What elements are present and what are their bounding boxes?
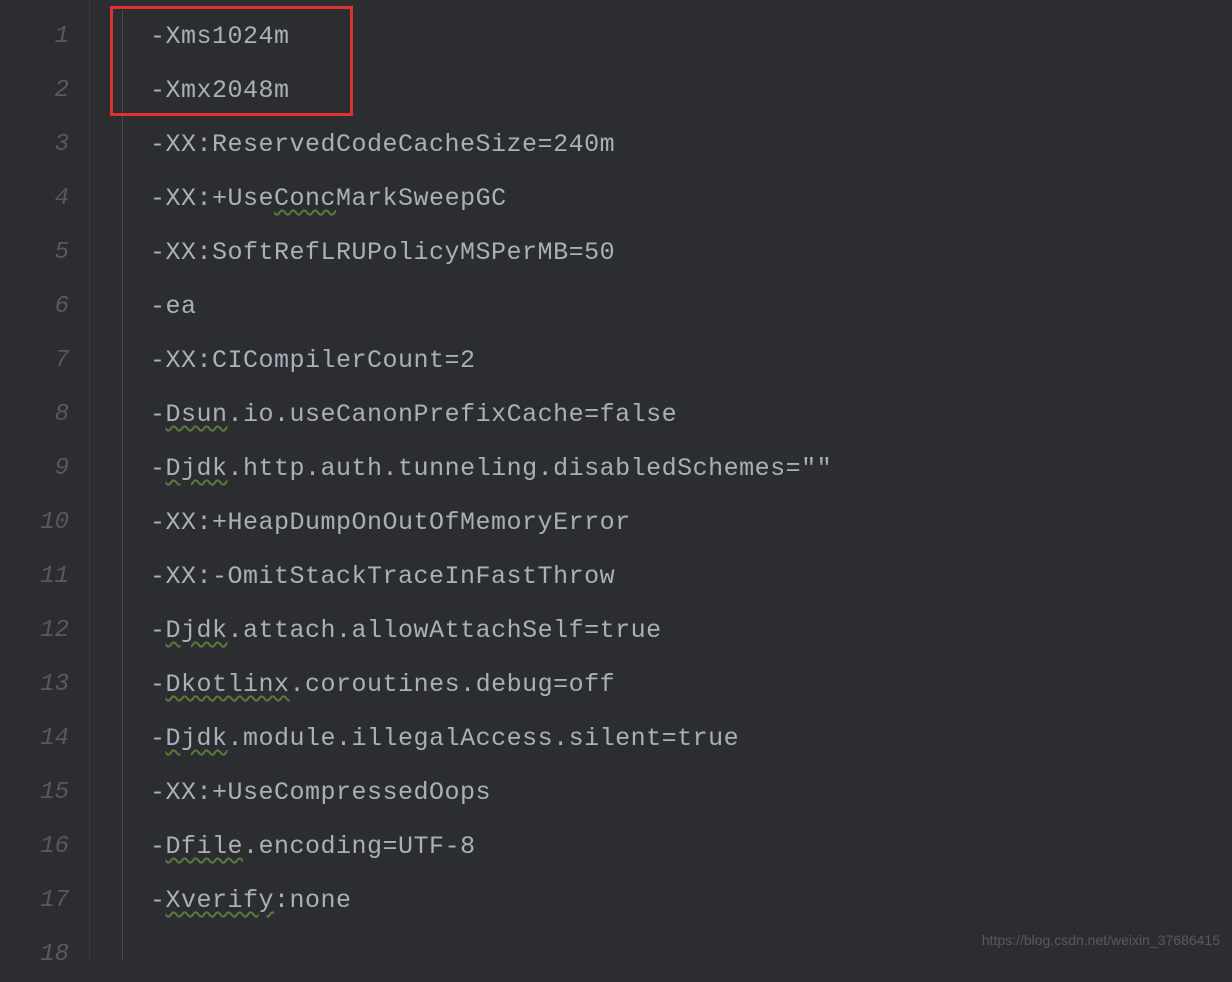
code-line[interactable]: -Djdk.http.auth.tunneling.disabledScheme… — [90, 442, 1232, 496]
code-segment: -Xms1024m — [150, 22, 290, 51]
code-segment: -Xmx2048m — [150, 76, 290, 105]
line-number: 17 — [0, 874, 89, 928]
code-segment: MarkSweepGC — [336, 184, 507, 213]
code-segment: -XX:+UseCompressedOops — [150, 778, 491, 807]
code-segment: - — [150, 886, 166, 915]
line-number: 13 — [0, 658, 89, 712]
code-segment: -XX:SoftRefLRUPolicyMSPerMB=50 — [150, 238, 615, 267]
code-segment: .http.auth.tunneling.disabledSchemes="" — [228, 454, 833, 483]
line-number: 18 — [0, 928, 89, 982]
code-segment: Conc — [274, 184, 336, 213]
line-number: 5 — [0, 226, 89, 280]
code-line[interactable]: -Dsun.io.useCanonPrefixCache=false — [90, 388, 1232, 442]
code-line[interactable]: -XX:+UseConcMarkSweepGC — [90, 172, 1232, 226]
code-line[interactable]: -XX:+UseCompressedOops — [90, 766, 1232, 820]
code-segment: -XX:+Use — [150, 184, 274, 213]
line-number: 1 — [0, 10, 89, 64]
code-segment: Djdk — [166, 724, 228, 753]
code-line[interactable]: -XX:ReservedCodeCacheSize=240m — [90, 118, 1232, 172]
code-line[interactable]: -Xverify:none — [90, 874, 1232, 928]
code-segment: .encoding=UTF-8 — [243, 832, 476, 861]
line-number: 14 — [0, 712, 89, 766]
line-number: 2 — [0, 64, 89, 118]
code-segment: -ea — [150, 292, 197, 321]
code-content-area[interactable]: -Xms1024m -Xmx2048m -XX:ReservedCodeCacheS… — [90, 0, 1232, 960]
code-segment: Djdk — [166, 454, 228, 483]
code-segment: - — [150, 670, 166, 699]
code-editor[interactable]: 123456789101112131415161718 -Xms1024m-Xm… — [0, 0, 1232, 960]
line-number: 10 — [0, 496, 89, 550]
code-segment: -XX:ReservedCodeCacheSize=240m — [150, 130, 615, 159]
line-number: 15 — [0, 766, 89, 820]
indent-guide — [122, 10, 123, 960]
code-segment: -XX:-OmitStackTraceInFastThrow — [150, 562, 615, 591]
code-segment: Dkotlinx — [166, 670, 290, 699]
code-segment: - — [150, 616, 166, 645]
code-line[interactable]: -Djdk.attach.allowAttachSelf=true — [90, 604, 1232, 658]
code-segment: .coroutines.debug=off — [290, 670, 616, 699]
line-number-gutter: 123456789101112131415161718 — [0, 0, 90, 960]
code-segment: Dfile — [166, 832, 244, 861]
code-line[interactable]: -XX:-OmitStackTraceInFastThrow — [90, 550, 1232, 604]
line-number: 8 — [0, 388, 89, 442]
code-segment: .attach.allowAttachSelf=true — [228, 616, 662, 645]
code-line[interactable]: -Dkotlinx.coroutines.debug=off — [90, 658, 1232, 712]
code-segment: -XX:CICompilerCount=2 — [150, 346, 476, 375]
code-line[interactable]: -XX:+HeapDumpOnOutOfMemoryError — [90, 496, 1232, 550]
line-number: 7 — [0, 334, 89, 388]
code-segment: - — [150, 832, 166, 861]
code-line[interactable]: -Dfile.encoding=UTF-8 — [90, 820, 1232, 874]
code-segment: -XX:+HeapDumpOnOutOfMemoryError — [150, 508, 631, 537]
code-line[interactable]: -XX:SoftRefLRUPolicyMSPerMB=50 — [90, 226, 1232, 280]
code-segment: Dsun — [166, 400, 228, 429]
code-line[interactable]: -ea — [90, 280, 1232, 334]
line-number: 16 — [0, 820, 89, 874]
line-number: 6 — [0, 280, 89, 334]
code-segment: - — [150, 454, 166, 483]
line-number: 4 — [0, 172, 89, 226]
line-number: 9 — [0, 442, 89, 496]
code-segment: Xverify — [166, 886, 275, 915]
code-segment: - — [150, 724, 166, 753]
code-segment: - — [150, 400, 166, 429]
code-segment: :none — [274, 886, 352, 915]
code-line[interactable]: -XX:CICompilerCount=2 — [90, 334, 1232, 388]
code-segment: .io.useCanonPrefixCache=false — [228, 400, 678, 429]
code-segment: .module.illegalAccess.silent=true — [228, 724, 740, 753]
line-number: 11 — [0, 550, 89, 604]
watermark-text: https://blog.csdn.net/weixin_37686415 — [982, 932, 1220, 948]
code-line[interactable]: -Xms1024m — [90, 10, 1232, 64]
code-line[interactable]: -Xmx2048m — [90, 64, 1232, 118]
code-segment: Djdk — [166, 616, 228, 645]
line-number: 12 — [0, 604, 89, 658]
code-line[interactable]: -Djdk.module.illegalAccess.silent=true — [90, 712, 1232, 766]
line-number: 3 — [0, 118, 89, 172]
